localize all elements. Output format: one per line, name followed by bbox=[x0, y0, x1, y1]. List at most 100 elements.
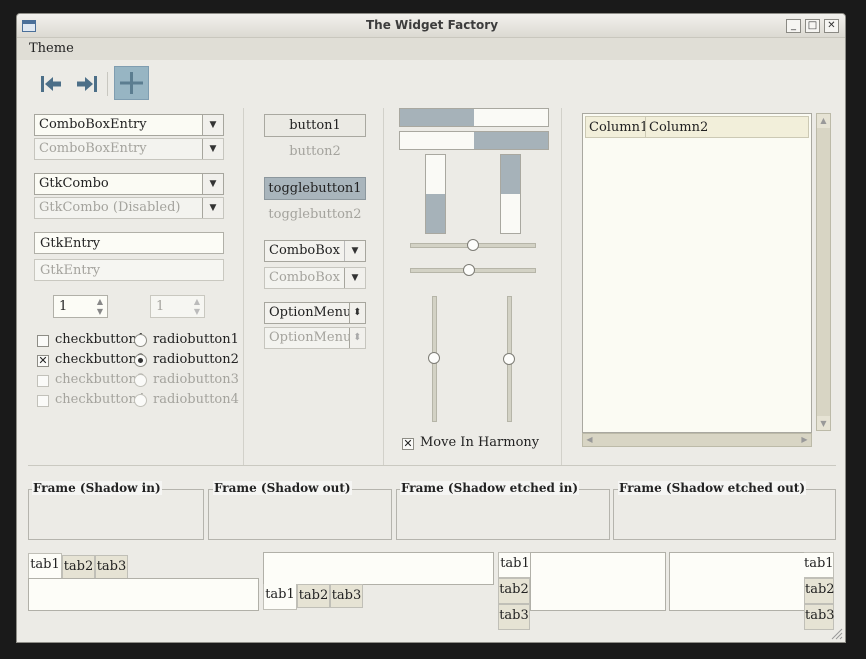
optionmenu[interactable]: OptionMenu ⬍ bbox=[264, 302, 366, 324]
scroll-right-icon[interactable]: ▶ bbox=[798, 434, 811, 446]
move-in-harmony-check[interactable]: ✕ bbox=[402, 438, 414, 450]
tree-hscrollbar[interactable]: ◀ ▶ bbox=[582, 433, 812, 447]
combobox-disabled: ComboBox ▼ bbox=[264, 267, 366, 289]
radiobutton2-label[interactable]: radiobutton2 bbox=[153, 352, 239, 367]
dropdown-arrow-icon[interactable]: ▼ bbox=[344, 241, 365, 261]
move-in-harmony-label[interactable]: Move In Harmony bbox=[420, 435, 539, 450]
minimize-icon[interactable]: _ bbox=[786, 19, 801, 33]
hscale1-handle[interactable] bbox=[467, 239, 479, 251]
scroll-up-icon[interactable]: ▲ bbox=[817, 114, 830, 127]
hscale2-handle[interactable] bbox=[463, 264, 475, 276]
frame-shadow-out-label: Frame (Shadow out) bbox=[213, 481, 352, 495]
notebook-top-page bbox=[28, 578, 259, 611]
checkbutton3-label: checkbutton3 bbox=[55, 372, 146, 387]
checkbutton4-box bbox=[37, 395, 49, 407]
frame-shadow-etched-out-label: Frame (Shadow etched out) bbox=[618, 481, 807, 495]
resize-grip-icon[interactable] bbox=[829, 626, 843, 640]
frame-shadow-out bbox=[208, 489, 392, 540]
scroll-thumb[interactable] bbox=[817, 128, 830, 416]
scroll-down-icon[interactable]: ▼ bbox=[817, 417, 830, 430]
gtkcombo-disabled: GtkCombo (Disabled) ▼ bbox=[34, 197, 224, 219]
frame-shadow-in bbox=[28, 489, 204, 540]
notebook-bottom-tab2[interactable]: tab2 bbox=[297, 584, 330, 608]
spinbutton[interactable]: 1 ▲ ▼ bbox=[53, 295, 108, 318]
menu-theme[interactable]: Theme bbox=[29, 41, 74, 56]
button1[interactable]: button1 bbox=[264, 114, 366, 137]
dropdown-arrow-icon: ▼ bbox=[202, 198, 223, 218]
spin-down-icon[interactable]: ▼ bbox=[94, 307, 106, 316]
frame-shadow-in-label: Frame (Shadow in) bbox=[32, 481, 162, 495]
add-icon bbox=[120, 72, 143, 94]
maximize-icon[interactable]: □ bbox=[805, 19, 820, 33]
notebook-top-tab2[interactable]: tab2 bbox=[62, 555, 95, 579]
main-window: The Widget Factory _ □ ✕ Theme ComboBoxE… bbox=[16, 13, 846, 643]
notebook-left-tab2[interactable]: tab2 bbox=[498, 578, 530, 604]
vscale2-handle[interactable] bbox=[503, 353, 515, 365]
go-last-button[interactable] bbox=[73, 72, 99, 96]
vscale1-handle[interactable] bbox=[428, 352, 440, 364]
spin-up-icon[interactable]: ▲ bbox=[94, 297, 106, 306]
togglebutton2: togglebutton2 bbox=[268, 207, 362, 222]
horizontal-separator bbox=[28, 465, 836, 466]
togglebutton1[interactable]: togglebutton1 bbox=[264, 177, 366, 200]
notebook-bottom-tab1[interactable]: tab1 bbox=[263, 584, 297, 610]
updown-arrow-icon[interactable]: ⬍ bbox=[349, 303, 365, 323]
dropdown-arrow-icon: ▼ bbox=[344, 268, 365, 288]
column-separator bbox=[243, 108, 244, 466]
radiobutton3-label: radiobutton3 bbox=[153, 372, 239, 387]
notebook-left-page bbox=[530, 552, 666, 611]
dropdown-arrow-icon[interactable]: ▼ bbox=[202, 174, 223, 194]
spin-down-icon: ▼ bbox=[193, 307, 201, 316]
checkbutton2-box[interactable]: ✕ bbox=[37, 355, 49, 367]
checkbutton1-label[interactable]: checkbutton1 bbox=[55, 332, 145, 347]
progress-bar-h2 bbox=[399, 131, 549, 150]
column-separator bbox=[383, 108, 384, 466]
go-last-icon bbox=[77, 76, 97, 92]
tree-view[interactable]: Column1 Column2 bbox=[582, 113, 812, 433]
gtkentry[interactable]: GtkEntry bbox=[34, 232, 224, 254]
spin-up-icon: ▲ bbox=[193, 297, 201, 306]
button2: button2 bbox=[289, 144, 341, 159]
updown-arrow-icon: ⬍ bbox=[349, 328, 365, 348]
optionmenu-disabled: OptionMenu ⬍ bbox=[264, 327, 366, 349]
radiobutton1-label[interactable]: radiobutton1 bbox=[153, 332, 239, 347]
frame-shadow-etched-in-label: Frame (Shadow etched in) bbox=[400, 481, 580, 495]
column-header-1[interactable]: Column1 bbox=[585, 116, 648, 138]
notebook-top-tab3[interactable]: tab3 bbox=[95, 555, 128, 579]
go-first-icon bbox=[41, 76, 61, 92]
column-header-2[interactable]: Column2 bbox=[645, 116, 809, 138]
notebook-right-tab1[interactable]: tab1 bbox=[804, 552, 834, 578]
scroll-left-icon[interactable]: ◀ bbox=[583, 434, 596, 446]
window-title: The Widget Factory bbox=[365, 18, 499, 32]
radiobutton1-circle[interactable] bbox=[134, 334, 147, 347]
radiobutton4-circle bbox=[134, 394, 147, 407]
progress-bar-h1 bbox=[399, 108, 549, 127]
radiobutton2-circle[interactable] bbox=[134, 354, 147, 367]
notebook-top-tab1[interactable]: tab1 bbox=[28, 553, 62, 579]
checkbutton1-box[interactable] bbox=[37, 335, 49, 347]
comboboxentry-disabled: ComboBoxEntry ▼ bbox=[34, 138, 224, 160]
dropdown-arrow-icon: ▼ bbox=[202, 139, 223, 159]
title-bar[interactable]: The Widget Factory _ □ ✕ bbox=[17, 14, 845, 38]
comboboxentry[interactable]: ComboBoxEntry ▼ bbox=[34, 114, 224, 136]
notebook-left-tab1[interactable]: tab1 bbox=[498, 552, 531, 578]
spinbutton-disabled: 1 ▲ ▼ bbox=[150, 295, 205, 318]
gtkentry-disabled: GtkEntry bbox=[34, 259, 224, 281]
notebook-bottom-tab3[interactable]: tab3 bbox=[330, 584, 363, 608]
menubar: Theme bbox=[17, 38, 845, 60]
gtkcombo[interactable]: GtkCombo ▼ bbox=[34, 173, 224, 195]
close-icon[interactable]: ✕ bbox=[824, 19, 839, 33]
tree-vscrollbar[interactable]: ▲ ▼ bbox=[816, 113, 831, 431]
checkbutton2-label[interactable]: checkbutton2 bbox=[55, 352, 145, 367]
checkbutton4-label: checkbutton4 bbox=[55, 392, 146, 407]
add-button[interactable] bbox=[114, 66, 149, 100]
notebook-left-tab3[interactable]: tab3 bbox=[498, 604, 530, 630]
combobox[interactable]: ComboBox ▼ bbox=[264, 240, 366, 262]
go-first-button[interactable] bbox=[39, 72, 65, 96]
notebook-right-page bbox=[669, 552, 805, 611]
toolbar-separator bbox=[107, 72, 108, 96]
notebook-bottom-page bbox=[263, 552, 494, 585]
notebook-right-tab2[interactable]: tab2 bbox=[804, 578, 835, 604]
column-separator bbox=[561, 108, 562, 466]
dropdown-arrow-icon[interactable]: ▼ bbox=[202, 115, 223, 135]
